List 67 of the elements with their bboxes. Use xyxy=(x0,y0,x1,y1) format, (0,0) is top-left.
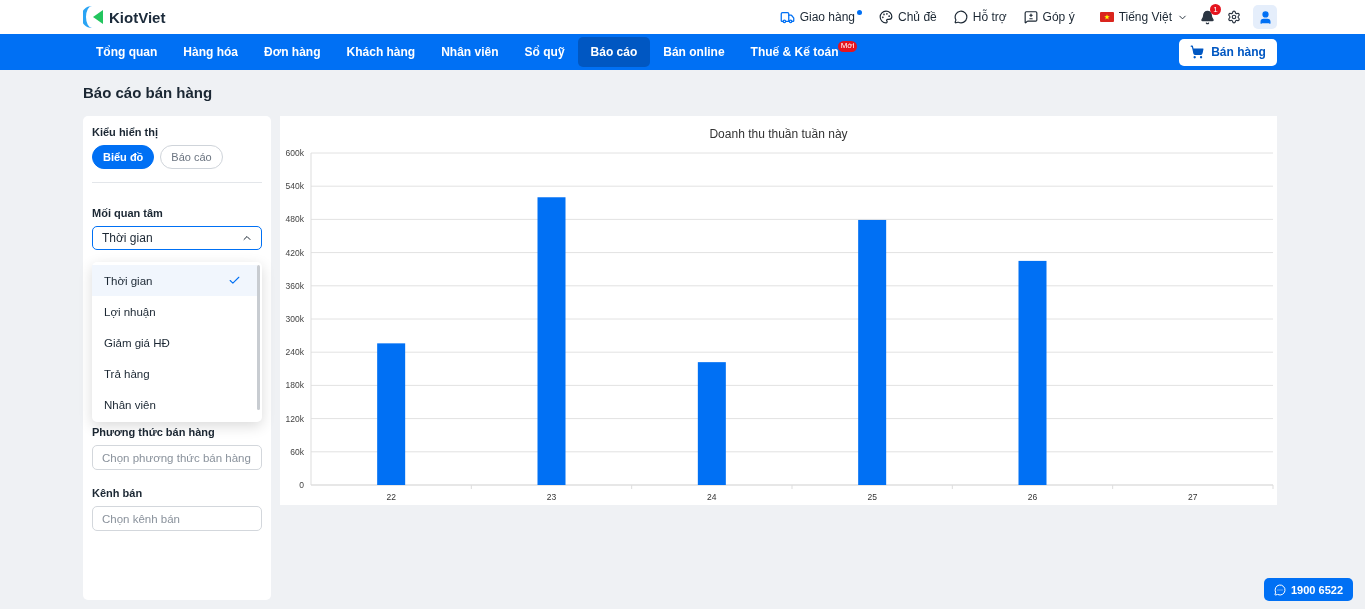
menu-option[interactable]: Trả hàng xyxy=(92,358,257,389)
y-tick-label: 360k xyxy=(285,280,304,291)
flag-icon xyxy=(1099,12,1114,22)
nav-tab[interactable]: Hàng hóa xyxy=(170,37,251,67)
y-tick-label: 120k xyxy=(285,413,304,424)
feedback-icon xyxy=(1023,10,1038,24)
nav-tab[interactable]: Đơn hàng xyxy=(251,37,334,67)
page-title: Báo cáo bán hàng xyxy=(82,83,214,103)
user-avatar[interactable] xyxy=(1253,5,1277,29)
nav-tab[interactable]: Thuế & Kế toán xyxy=(737,37,839,67)
x-tick-label: 25 xyxy=(867,492,877,502)
sell-button[interactable]: Bán hàng xyxy=(1179,38,1277,66)
header-link[interactable]: Chủ đề xyxy=(879,10,937,24)
concern-select[interactable]: Thời gian xyxy=(92,226,262,250)
y-tick-label: 180k xyxy=(285,380,304,391)
chat-bubble-icon xyxy=(953,10,968,24)
view-toggle[interactable]: Báo cáo xyxy=(160,145,223,169)
nav-tab[interactable]: Bán online xyxy=(650,37,738,67)
y-tick-label: 300k xyxy=(285,314,304,324)
check-icon xyxy=(228,274,241,287)
y-tick-label: 240k xyxy=(285,347,304,358)
nav-tab[interactable]: Sổ quỹ xyxy=(511,37,578,67)
notification-button[interactable]: 1 xyxy=(1200,3,1221,25)
x-tick-label: 22 xyxy=(386,492,396,502)
x-tick-label: 27 xyxy=(1188,492,1198,502)
header-link[interactable]: Giao hàng xyxy=(779,9,863,25)
nav-tab[interactable]: Tổng quan xyxy=(83,37,171,67)
x-tick-label: 26 xyxy=(1027,492,1038,502)
section-label: Kênh bán xyxy=(92,487,144,499)
logo-icon xyxy=(83,6,103,28)
brand-name: KiotViet xyxy=(109,8,166,26)
y-tick-label: 0 xyxy=(299,480,304,490)
menu-option[interactable]: Thời gian xyxy=(92,265,257,296)
user-icon xyxy=(1257,9,1273,25)
nav-tab[interactable]: Khách hàng xyxy=(333,37,429,67)
view-toggle[interactable]: Biểu đồ xyxy=(92,145,155,169)
y-tick-label: 420k xyxy=(285,247,304,258)
palette-icon xyxy=(879,10,894,24)
settings-button[interactable] xyxy=(1227,10,1241,24)
settings-icon xyxy=(1227,10,1241,24)
menu-option[interactable]: Giảm giá HĐ xyxy=(92,327,257,358)
section-label: Phương thức bán hàng xyxy=(92,426,216,438)
x-tick-label: 23 xyxy=(546,492,557,502)
cart-icon xyxy=(1190,45,1205,59)
chart-title: Doanh thu thuần tuần này xyxy=(709,127,848,141)
bell-icon xyxy=(1200,9,1215,25)
header-link[interactable]: Góp ý xyxy=(1023,10,1075,24)
menu-option[interactable]: Lợi nhuận xyxy=(92,296,257,327)
y-tick-label: 480k xyxy=(285,214,304,225)
hotline-button[interactable]: 1900 6522 xyxy=(1264,578,1353,601)
notification-count: 1 xyxy=(1210,3,1221,15)
chat-icon xyxy=(1274,583,1286,596)
input-field[interactable]: Chọn kênh bán xyxy=(92,506,262,531)
section-label: Mối quan tâm xyxy=(92,207,164,219)
input-field[interactable]: Chọn phương thức bán hàng xyxy=(92,445,262,470)
menu-option[interactable]: Nhân viên xyxy=(92,389,257,420)
x-tick-label: 24 xyxy=(707,492,717,502)
new-badge: Mới xyxy=(837,41,858,52)
y-tick-label: 60k xyxy=(290,446,304,457)
nav-tab[interactable]: Nhân viên xyxy=(428,37,512,67)
language-selector[interactable]: Tiếng Việt xyxy=(1099,10,1188,24)
y-tick-label: 540k xyxy=(285,181,304,192)
header-link[interactable]: Hỗ trợ xyxy=(953,10,1007,24)
truck-icon xyxy=(779,9,795,25)
nav-tab[interactable]: Báo cáo xyxy=(577,37,651,67)
section-label: Kiểu hiển thị xyxy=(92,126,159,138)
y-tick-label: 600k xyxy=(285,148,304,158)
